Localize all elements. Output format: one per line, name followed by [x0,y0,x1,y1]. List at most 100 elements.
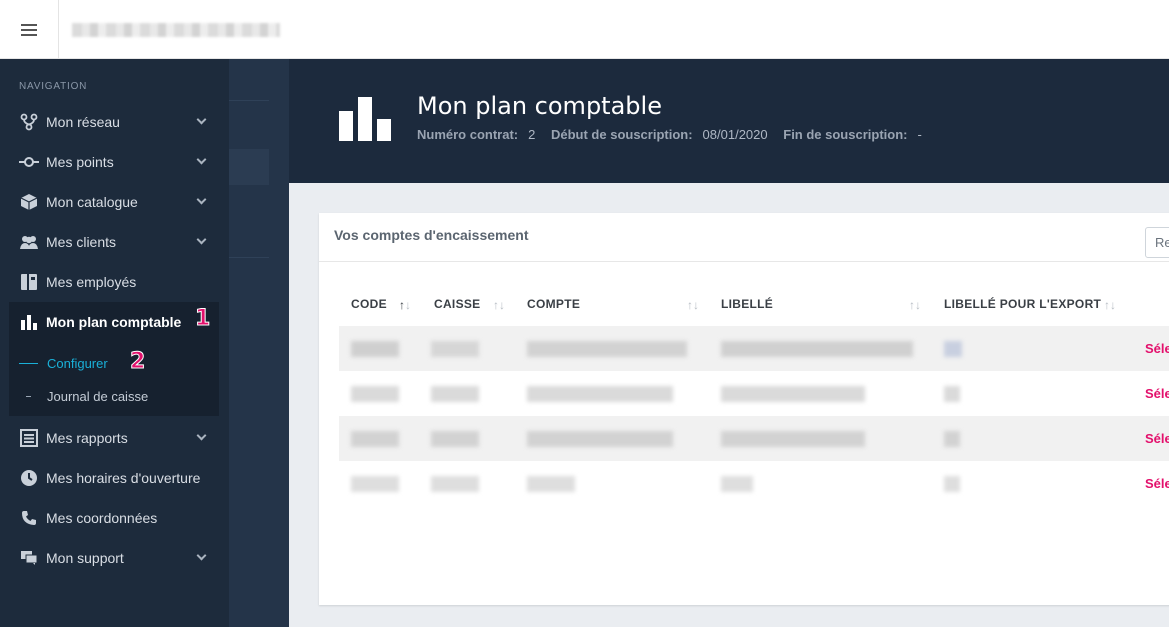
sidebar: NAVIGATION Mon réseau Mes points Mon cat… [0,59,229,627]
col-header-libelle[interactable]: LIBELLÉ [721,297,773,311]
chevron-down-icon [196,550,207,561]
sidebar-item-label: Mes points [46,154,114,170]
phone-icon [19,508,39,528]
col-header-caisse[interactable]: CAISSE [434,297,480,311]
chevron-down-icon [196,114,207,125]
sort-icon[interactable]: ↑↓ [909,298,921,312]
chevron-down-icon [196,154,207,165]
table-row[interactable]: Sélec [339,371,1169,416]
annotation-marker: 2 [129,349,146,375]
col-header-libelle-export[interactable]: LIBELLÉ POUR L'EXPORT [944,297,1101,311]
redacted-cell [431,386,479,402]
bar-chart-icon [19,312,39,332]
sidebar-item-label: Mon réseau [46,114,120,130]
contract-value: 2 [528,127,536,142]
sidebar-item-label: Mes clients [46,234,117,250]
redacted-cell [944,341,962,357]
nav-heading: NAVIGATION [19,81,88,92]
divider [229,100,269,101]
secondary-column [229,59,289,627]
redacted-cell [527,476,575,492]
redacted-cell [944,386,960,402]
redacted-cell [527,341,687,357]
page-header: Mon plan comptable Numéro contrat: 2 Débu… [289,59,1169,183]
bar-chart-icon [339,97,391,141]
search-input[interactable]: Re [1145,227,1169,258]
divider [229,257,269,258]
users-icon [19,232,39,252]
top-bar [0,0,1169,59]
sidebar-item-label: Mes horaires d'ouverture [46,470,201,486]
sidebar-item-label: Mes coordonnées [46,510,158,526]
select-link[interactable]: Sélec [1145,386,1169,401]
annotation-marker: 1 [194,306,211,332]
chevron-down-icon [196,194,207,205]
redacted-cell [944,476,960,492]
divider [319,261,1169,262]
sidebar-item-horaires[interactable]: Mes horaires d'ouverture [9,458,219,498]
sidebar-item-catalogue[interactable]: Mon catalogue [9,182,219,222]
col-header-compte[interactable]: COMPTE [527,297,580,311]
sidebar-item-reseau[interactable]: Mon réseau [9,102,219,142]
page-title: Mon plan comptable [417,92,662,120]
redacted-cell [351,476,399,492]
sidebar-item-label: Mon support [46,550,124,566]
sidebar-item-label: Mon plan comptable [46,314,182,330]
redacted-cell [721,341,913,357]
sort-asc-icon[interactable]: ↑↓ [399,298,411,312]
select-link[interactable]: Sélec [1145,476,1169,491]
redacted-cell [431,476,479,492]
sidebar-item-rapports[interactable]: Mes rapports [9,418,219,458]
table-row[interactable]: Sélec [339,326,1169,371]
hamburger-icon[interactable] [0,0,59,59]
sidebar-item-label: Mon catalogue [46,194,138,210]
sidebar-item-employes[interactable]: Mes employés [9,262,219,302]
id-card-icon [19,272,39,292]
subnav-journal[interactable]: Journal de caisse [19,389,148,404]
redacted-cell [351,386,399,402]
table-row[interactable]: Sélec [339,461,1169,506]
sidebar-item-points[interactable]: Mes points [9,142,219,182]
table-row[interactable]: Sélec [339,416,1169,461]
redacted-cell [527,386,673,402]
redacted-cell [944,431,960,447]
col-header-code[interactable]: CODE [351,297,387,311]
main-content: Vos comptes d'encaissement Re CODE ↑↓ CA… [289,183,1169,627]
chevron-down-icon [196,430,207,441]
select-link[interactable]: Sélec [1145,341,1169,356]
sidebar-item-label: Mes rapports [46,430,128,446]
redacted-cell [431,431,479,447]
sort-icon[interactable]: ↑↓ [1104,298,1116,312]
company-name-redacted [72,23,280,37]
select-link[interactable]: Sélec [1145,431,1169,446]
sidebar-item-support[interactable]: Mon support [9,538,219,578]
list-icon [19,428,39,448]
end-value: - [917,127,922,142]
dash-marker [19,363,38,364]
redacted-cell [721,431,865,447]
redacted-cell [721,386,865,402]
redacted-cell [721,476,753,492]
redacted-cell [351,341,399,357]
secondary-highlight [229,149,269,185]
sidebar-item-plan-comptable[interactable]: Mon plan comptable [9,302,219,342]
sidebar-item-label: Mes employés [46,274,137,290]
redacted-cell [351,431,399,447]
accounts-card: Vos comptes d'encaissement Re CODE ↑↓ CA… [319,213,1169,605]
network-icon [19,112,39,132]
subnav-configurer[interactable]: Configurer [19,356,108,371]
dash-marker [26,396,31,397]
point-icon [19,152,39,172]
contract-label: Numéro contrat: [417,127,519,142]
chevron-down-icon [196,234,207,245]
subscription-meta: Numéro contrat: 2 Début de souscription: 0… [417,127,934,142]
subnav-label: Journal de caisse [47,389,149,404]
sort-icon[interactable]: ↑↓ [687,298,699,312]
clock-icon [19,468,39,488]
sort-icon[interactable]: ↑↓ [493,298,505,312]
end-label: Fin de souscription: [783,127,908,142]
redacted-cell [431,341,479,357]
sidebar-item-coordonnees[interactable]: Mes coordonnées [9,498,219,538]
sidebar-item-clients[interactable]: Mes clients [9,222,219,262]
start-value: 08/01/2020 [702,127,768,142]
